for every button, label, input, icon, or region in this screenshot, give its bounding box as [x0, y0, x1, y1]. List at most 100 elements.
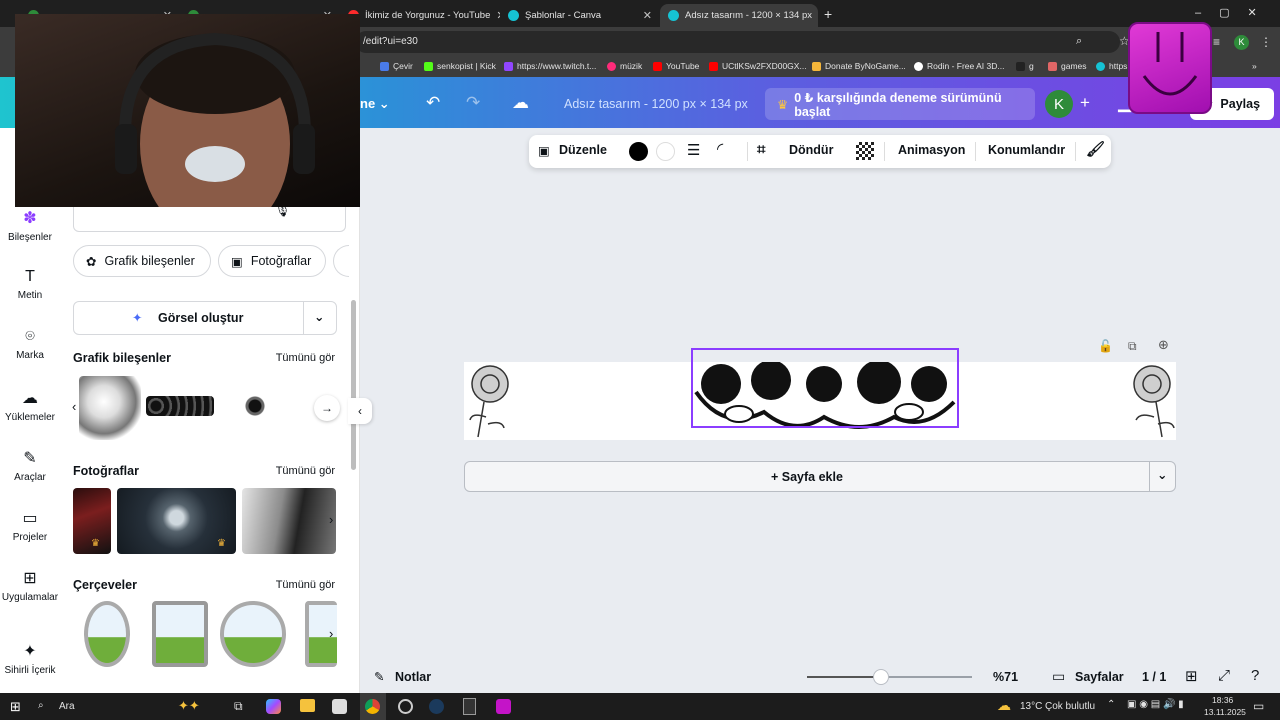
selection-box[interactable]: [691, 348, 959, 428]
mascot-app-icon[interactable]: [496, 699, 511, 714]
crop-icon[interactable]: ⌗: [757, 141, 765, 158]
color-black-swatch[interactable]: [629, 142, 648, 161]
bookmark-item[interactable]: müzik: [607, 61, 642, 71]
clock-time[interactable]: 18:36: [1212, 695, 1233, 705]
rail-item-text[interactable]: T Metin: [0, 268, 60, 301]
more-bookmarks-icon[interactable]: »: [1252, 61, 1257, 71]
clock-date[interactable]: 13.11.2025: [1204, 707, 1246, 717]
tray-chevron-up-icon[interactable]: ⌃: [1107, 699, 1115, 710]
rail-item-uploads[interactable]: ☁ Yüklemeler: [0, 388, 60, 423]
browser-tab-canva-templates[interactable]: Şablonlar - Canva ✕: [500, 4, 660, 27]
undo-icon[interactable]: ↶: [426, 93, 440, 113]
rail-item-brand[interactable]: ⌾ Marka: [0, 328, 60, 361]
notes-button[interactable]: Notlar: [395, 670, 431, 684]
pages-button[interactable]: Sayfalar: [1075, 670, 1124, 684]
next-arrow-icon[interactable]: →: [314, 395, 340, 421]
photo-thumb[interactable]: [242, 488, 336, 554]
task-view-icon[interactable]: ⧉: [234, 699, 243, 714]
border-style-icon[interactable]: ☰: [687, 141, 700, 159]
chevron-right-icon[interactable]: ›: [329, 626, 333, 641]
chevron-right-icon[interactable]: ›: [329, 512, 333, 527]
chevron-left-icon[interactable]: ‹: [72, 399, 76, 414]
store-icon[interactable]: [332, 699, 347, 714]
grid-view-icon[interactable]: ⊞: [1185, 667, 1198, 685]
bookmark-item[interactable]: https://www.twitch.t...: [504, 61, 596, 71]
rail-item-magic[interactable]: ✦ Sihirli İçerik: [0, 641, 60, 676]
weather-icon[interactable]: ☁: [997, 697, 1011, 714]
user-avatar[interactable]: K: [1045, 90, 1073, 118]
bookmark-item[interactable]: Donate ByNoGame...: [812, 61, 906, 71]
add-collaborator-icon[interactable]: +: [1080, 93, 1090, 113]
extensions-icon[interactable]: ≡: [1213, 35, 1220, 49]
chevron-down-icon[interactable]: ⌄: [314, 309, 324, 324]
help-icon[interactable]: ?: [1251, 667, 1259, 684]
menu-fragment[interactable]: ne ⌄: [360, 96, 390, 112]
search-icon[interactable]: ⌕: [38, 700, 44, 711]
bookmark-item[interactable]: g: [1016, 61, 1034, 71]
zoom-lens-icon[interactable]: ⌕: [1076, 35, 1082, 48]
sparkle-widget-icon[interactable]: ✦✦: [178, 698, 200, 714]
obs-icon[interactable]: [398, 699, 413, 714]
rose-border-thumb[interactable]: [146, 396, 214, 416]
photo-thumb[interactable]: ♛: [73, 488, 111, 554]
see-all-frames[interactable]: Tümünü gör: [276, 579, 335, 591]
see-all-photos[interactable]: Tümünü gör: [276, 465, 335, 477]
rose-graphic-thumb[interactable]: [79, 376, 141, 440]
chrome-icon[interactable]: [365, 699, 380, 714]
edit-button[interactable]: Düzenle: [559, 143, 607, 157]
design-title[interactable]: Adsız tasarım - 1200 px × 134 px: [564, 97, 748, 111]
bookmark-item[interactable]: https: [1096, 61, 1127, 71]
browser-menu-icon[interactable]: ⋮: [1260, 35, 1272, 49]
copilot-icon[interactable]: [266, 699, 281, 714]
epic-games-icon[interactable]: [463, 698, 476, 715]
notification-icon[interactable]: ▭: [1253, 699, 1264, 713]
position-button[interactable]: Konumlandır: [988, 143, 1065, 157]
corner-rounding-icon[interactable]: ◜: [717, 139, 723, 159]
windows-start-icon[interactable]: ⊞: [10, 699, 21, 715]
chip-photos[interactable]: ▣ Fotoğraflar: [218, 245, 326, 277]
file-explorer-icon[interactable]: [300, 699, 315, 712]
panel-scrollbar[interactable]: [351, 300, 356, 470]
cloud-saved-icon[interactable]: ☁: [512, 93, 529, 113]
collapse-panel-icon[interactable]: ‹: [348, 398, 372, 424]
chip-graphics[interactable]: ✿ Grafik bileşenler: [73, 245, 211, 277]
start-trial-button[interactable]: ♛ 0 ₺ karşılığında deneme sürümünü başlat: [765, 88, 1035, 120]
chevron-down-icon[interactable]: ⌄: [1157, 467, 1167, 482]
rotate-button[interactable]: Döndür: [789, 143, 833, 157]
taskbar-search[interactable]: Ara: [59, 701, 75, 712]
lock-icon[interactable]: 🔓: [1098, 339, 1113, 353]
rose-thumb[interactable]: [244, 396, 266, 416]
redo-icon[interactable]: ↷: [466, 93, 480, 113]
duplicate-page-icon[interactable]: ⧉: [1128, 339, 1137, 354]
generate-image-button[interactable]: ✦ Görsel oluştur ⌄: [73, 301, 337, 335]
browser-tab-youtube[interactable]: İkimiz de Yorgunuz - YouTube✕: [340, 4, 500, 27]
transparency-icon[interactable]: [856, 142, 874, 160]
add-page-button[interactable]: + Sayfa ekle ⌄: [464, 461, 1176, 492]
bookmark-item[interactable]: senkopist | Kick: [424, 61, 496, 71]
bookmark-item[interactable]: Rodin - Free AI 3D...: [914, 61, 1004, 71]
bookmark-item[interactable]: Çevir: [380, 61, 413, 71]
color-white-swatch[interactable]: [656, 142, 675, 161]
page-counter[interactable]: 1 / 1: [1142, 670, 1166, 684]
add-page-icon[interactable]: ⊕: [1158, 337, 1169, 353]
frame-thumb[interactable]: [152, 601, 208, 667]
bookmark-item[interactable]: UCtlKSw2FXD00GX...: [709, 61, 807, 71]
profile-avatar[interactable]: K: [1234, 35, 1249, 50]
rail-item-apps[interactable]: ⊞ Uygulamalar: [0, 568, 60, 603]
rail-item-tools[interactable]: ✎ Araçlar: [0, 448, 60, 483]
zoom-level[interactable]: %71: [993, 670, 1018, 684]
fullscreen-icon[interactable]: ⤢: [1218, 667, 1230, 684]
photo-thumb[interactable]: ♛: [117, 488, 236, 554]
address-bar[interactable]: /edit?ui=e30: [355, 31, 1120, 53]
animate-button[interactable]: Animasyon: [898, 143, 965, 157]
see-all-graphics[interactable]: Tümünü gör: [276, 352, 335, 364]
steam-icon[interactable]: [429, 699, 444, 714]
new-tab-button[interactable]: +: [824, 6, 832, 22]
tray-icons[interactable]: ▣ ◉ ▤ 🔊 ▮: [1127, 699, 1184, 710]
window-controls[interactable]: –▢✕: [1195, 6, 1275, 19]
bookmark-item[interactable]: games: [1048, 61, 1087, 71]
frame-thumb[interactable]: [84, 601, 130, 667]
browser-tab-canva-design[interactable]: Adsız tasarım - 1200 × 134 px✕: [660, 4, 818, 27]
rail-item-elements[interactable]: ✽ Bileşenler: [0, 208, 60, 243]
frame-thumb[interactable]: [220, 601, 286, 667]
